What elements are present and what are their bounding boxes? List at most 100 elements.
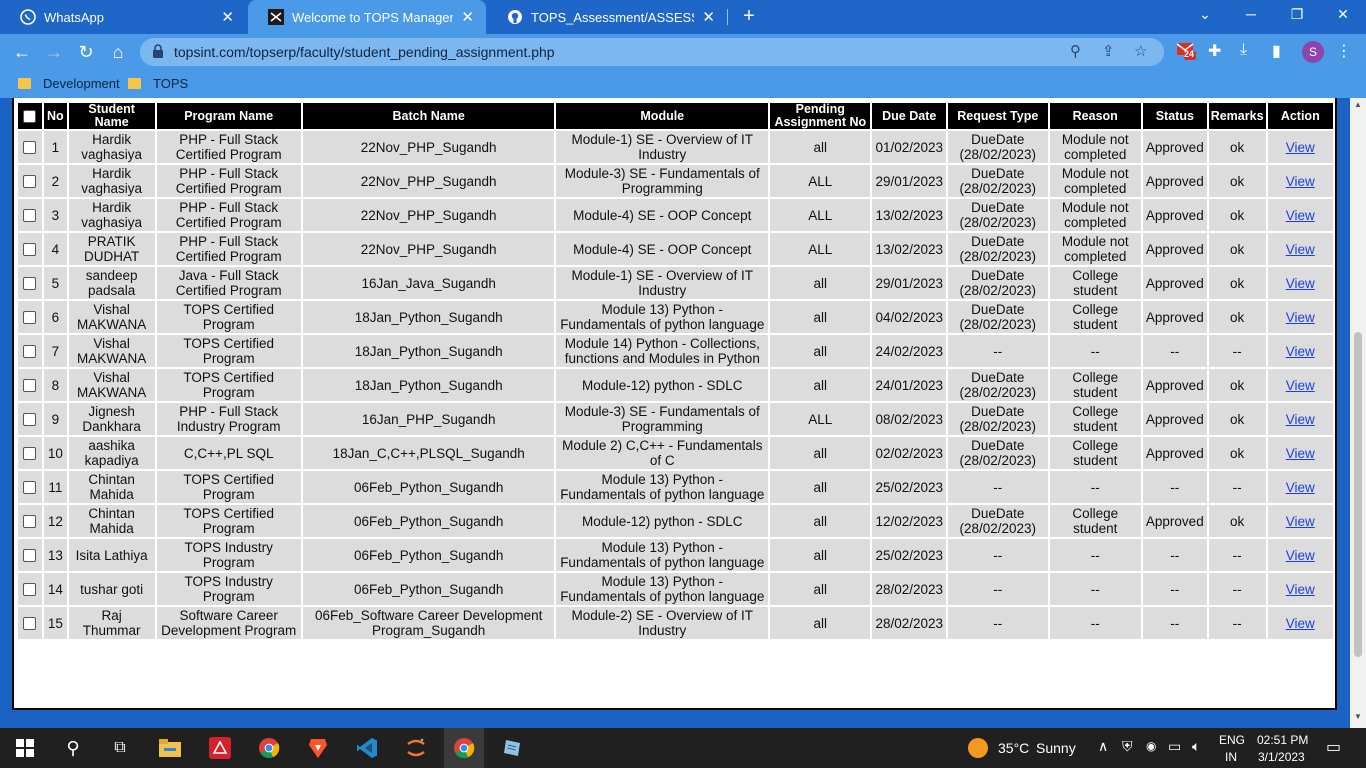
acrobat-icon[interactable]	[207, 736, 233, 760]
row-select-cell[interactable]	[18, 471, 42, 503]
row-checkbox[interactable]	[23, 175, 37, 189]
view-link[interactable]: View	[1286, 208, 1315, 223]
row-select-cell[interactable]	[18, 573, 42, 605]
row-select-cell[interactable]	[18, 165, 42, 197]
chrome-tray-icon[interactable]: ◉	[1146, 739, 1156, 753]
back-icon[interactable]: ←	[10, 40, 34, 64]
view-link[interactable]: View	[1286, 548, 1315, 563]
view-link[interactable]: View	[1286, 174, 1315, 189]
view-link[interactable]: View	[1286, 140, 1315, 155]
row-select-cell[interactable]	[18, 505, 42, 537]
row-checkbox[interactable]	[23, 243, 37, 257]
chrome-icon[interactable]	[256, 736, 282, 760]
weather-sun-icon[interactable]	[968, 738, 988, 758]
row-checkbox[interactable]	[23, 617, 37, 631]
view-link[interactable]: View	[1286, 378, 1315, 393]
weather-temperature[interactable]: 35°C	[998, 740, 1029, 756]
new-tab-button[interactable]: +	[738, 5, 760, 27]
view-link[interactable]: View	[1286, 446, 1315, 461]
view-link[interactable]: View	[1286, 480, 1315, 495]
view-link[interactable]: View	[1286, 412, 1315, 427]
tab-whatsapp[interactable]: WhatsApp ✕	[0, 0, 246, 34]
row-select-cell[interactable]	[18, 301, 42, 333]
row-checkbox[interactable]	[23, 311, 37, 325]
row-select-cell[interactable]	[18, 607, 42, 639]
view-link[interactable]: View	[1286, 582, 1315, 597]
address-bar[interactable]: topsint.com/topserp/faculty/student_pend…	[140, 38, 1164, 66]
close-icon[interactable]: ✕	[702, 8, 715, 26]
search-icon[interactable]: ⚲	[60, 736, 86, 760]
clock-date[interactable]: 3/1/2023	[1258, 750, 1305, 764]
volume-icon[interactable]: 🔈︎	[1192, 738, 1200, 755]
scrollbar-thumb[interactable]	[1354, 332, 1362, 657]
brave-icon[interactable]	[305, 736, 331, 760]
menu-kebab-icon[interactable]: ⋮	[1336, 41, 1352, 61]
profile-avatar[interactable]: S	[1302, 41, 1324, 63]
file-explorer-icon[interactable]	[157, 736, 183, 760]
row-checkbox[interactable]	[23, 277, 37, 291]
bookmark-tops[interactable]: TOPS	[128, 76, 188, 91]
home-icon[interactable]: ⌂	[106, 40, 130, 64]
task-view-icon[interactable]: ⧉	[107, 736, 133, 760]
row-select-cell[interactable]	[18, 267, 42, 299]
reload-icon[interactable]: ↻	[74, 40, 98, 64]
gmail-extension-icon[interactable]: 24	[1176, 40, 1196, 65]
view-link[interactable]: View	[1286, 242, 1315, 257]
row-checkbox[interactable]	[23, 345, 37, 359]
bookmark-star-icon[interactable]: ☆	[1134, 42, 1147, 60]
tab-search-icon[interactable]: ⌄	[1194, 6, 1216, 23]
row-checkbox[interactable]	[23, 583, 37, 597]
row-select-cell[interactable]	[18, 539, 42, 571]
row-select-cell[interactable]	[18, 403, 42, 435]
clock-time[interactable]: 02:51 PM	[1257, 733, 1308, 747]
view-link[interactable]: View	[1286, 310, 1315, 325]
jupyter-icon[interactable]	[403, 736, 429, 760]
chrome-active-icon[interactable]	[451, 736, 477, 760]
row-checkbox[interactable]	[23, 447, 37, 461]
side-panel-icon[interactable]: ▮	[1272, 41, 1281, 61]
restore-icon[interactable]: ❐	[1286, 6, 1308, 23]
close-icon[interactable]: ✕	[461, 8, 474, 26]
notes-app-icon[interactable]	[500, 736, 526, 760]
page-scrollbar[interactable]: ▲ ▼	[1350, 98, 1366, 728]
share-icon[interactable]: ⇪	[1102, 42, 1115, 60]
language-indicator[interactable]: ENG	[1219, 733, 1245, 747]
zoom-icon[interactable]: ⚲	[1070, 42, 1081, 60]
select-all-header[interactable]	[18, 103, 42, 129]
row-select-cell[interactable]	[18, 199, 42, 231]
row-checkbox[interactable]	[23, 141, 37, 155]
view-link[interactable]: View	[1286, 616, 1315, 631]
forward-icon[interactable]: →	[42, 40, 66, 64]
region-indicator[interactable]: IN	[1225, 750, 1237, 764]
close-icon[interactable]: ✕	[221, 8, 234, 26]
windows-start-icon[interactable]	[12, 736, 38, 760]
row-checkbox[interactable]	[23, 481, 37, 495]
row-select-cell[interactable]	[18, 233, 42, 265]
scroll-up-icon[interactable]: ▲	[1354, 100, 1362, 109]
download-icon[interactable]: ⤓	[1240, 41, 1247, 59]
row-select-cell[interactable]	[18, 369, 42, 401]
weather-condition[interactable]: Sunny	[1036, 740, 1076, 756]
minimize-icon[interactable]: ─	[1240, 6, 1262, 22]
row-select-cell[interactable]	[18, 437, 42, 469]
row-select-cell[interactable]	[18, 335, 42, 367]
select-all-checkbox[interactable]	[23, 109, 37, 123]
vscode-icon[interactable]	[354, 736, 380, 760]
tray-chevron-icon[interactable]: ∧	[1098, 738, 1108, 755]
notification-icon[interactable]: ▭	[1326, 737, 1341, 757]
tab-github[interactable]: TOPS_Assessment/ASSESSMENT_ ✕	[487, 0, 727, 34]
row-checkbox[interactable]	[23, 413, 37, 427]
row-checkbox[interactable]	[23, 515, 37, 529]
view-link[interactable]: View	[1286, 344, 1315, 359]
row-checkbox[interactable]	[23, 209, 37, 223]
row-select-cell[interactable]	[18, 131, 42, 163]
tab-tops-management[interactable]: Welcome to TOPS Management S ✕	[248, 0, 486, 34]
extensions-puzzle-icon[interactable]: ✚	[1208, 41, 1221, 61]
row-checkbox[interactable]	[23, 379, 37, 393]
bookmark-development[interactable]: Development	[18, 76, 120, 91]
view-link[interactable]: View	[1286, 276, 1315, 291]
scroll-down-icon[interactable]: ▼	[1354, 712, 1362, 721]
row-checkbox[interactable]	[23, 549, 37, 563]
security-shield-icon[interactable]: ⛨	[1122, 738, 1133, 755]
window-close-icon[interactable]: ✕	[1332, 6, 1354, 23]
